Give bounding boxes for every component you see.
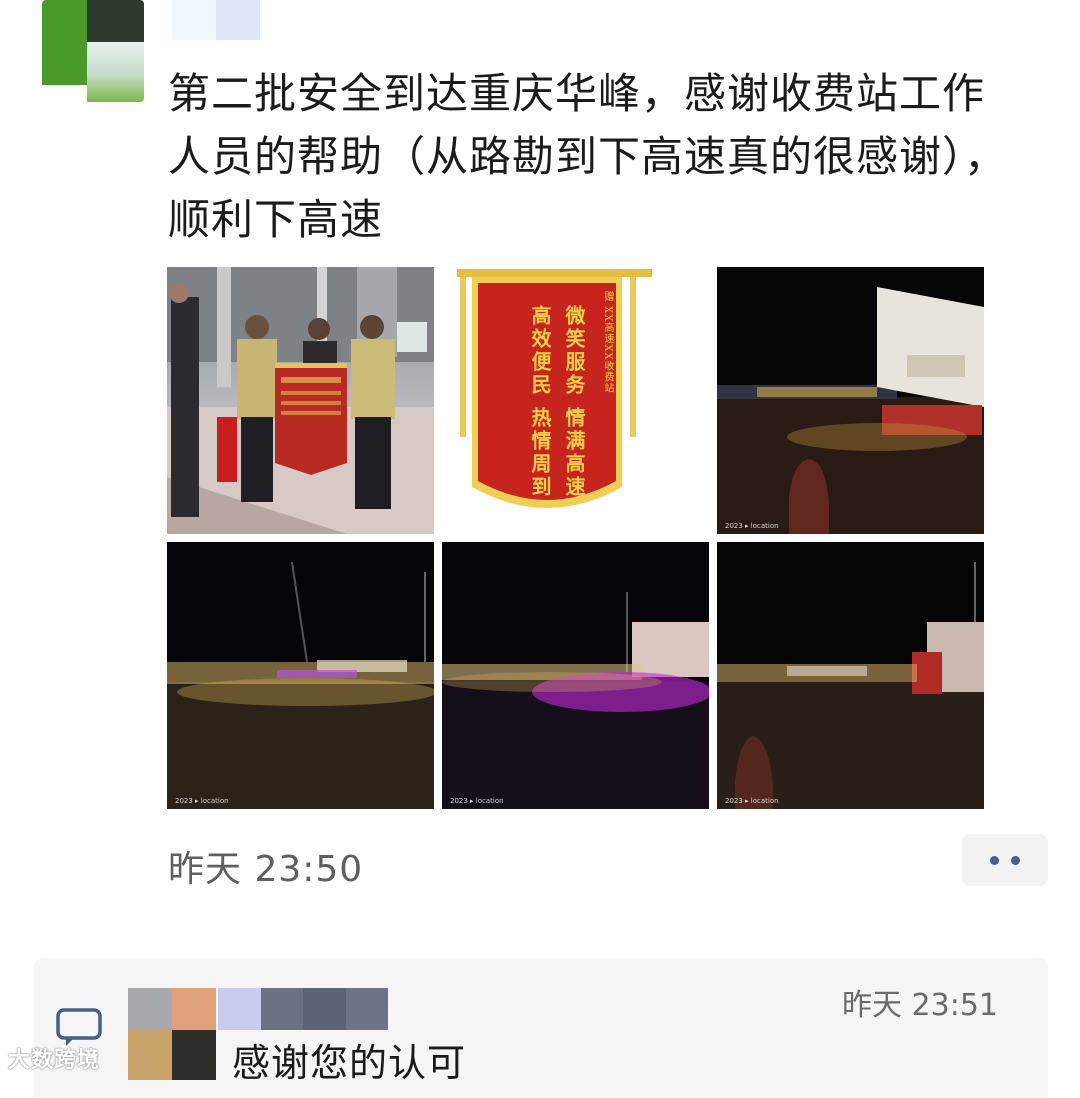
pennant-right-line: 微笑服务 情满高速 xyxy=(562,305,586,499)
comment-time: 昨天 23:51 xyxy=(842,988,998,1023)
author-avatar[interactable] xyxy=(42,0,144,102)
author-name-blurred[interactable] xyxy=(172,0,260,40)
post-text: 第二批安全到达重庆华峰，感谢收费站工作人员的帮助（从路勘到下高速真的很感谢），顺… xyxy=(168,69,1008,244)
comment-text: 感谢您的认可 xyxy=(232,1041,467,1085)
photo-staff-with-pennant[interactable] xyxy=(167,267,434,534)
commenter-avatar[interactable] xyxy=(128,988,216,1080)
photo-pennant[interactable]: 微笑服务 情满高速 高效便民 热情周到 赠 XX高速XX收费站 xyxy=(442,267,709,534)
post-time: 昨天 23:50 xyxy=(168,849,364,890)
more-actions-button[interactable] xyxy=(962,834,1048,886)
pennant-left-line: 高效便民 热情周到 xyxy=(528,305,552,499)
commenter-name-blurred[interactable] xyxy=(218,988,388,1030)
photo-night-trucks-4[interactable]: 2023 ▸ location xyxy=(717,542,984,809)
photo-night-trucks-3[interactable]: 2023 ▸ location xyxy=(442,542,709,809)
watermark: 大数跨境 xyxy=(8,1048,101,1073)
pennant-header: 赠 XX高速XX收费站 xyxy=(602,291,613,394)
photo-night-trucks-2[interactable]: 2023 ▸ location xyxy=(167,542,434,809)
photo-stamp: 2023 ▸ location xyxy=(725,522,779,530)
more-icon xyxy=(990,855,999,865)
photo-grid: 微笑服务 情满高速 高效便民 热情周到 赠 XX高速XX收费站 2023 ▸ l… xyxy=(167,267,985,809)
photo-night-trucks-1[interactable]: 2023 ▸ location xyxy=(717,267,984,534)
